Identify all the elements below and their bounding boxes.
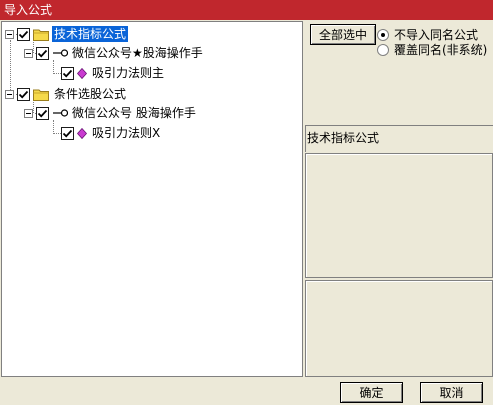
radio-button[interactable] bbox=[377, 43, 389, 56]
tree-group-screener[interactable]: 条件选股公式 bbox=[5, 85, 128, 103]
collapse-toggle[interactable] bbox=[24, 108, 33, 118]
radio-overwrite[interactable]: 覆盖同名(非系统) bbox=[377, 41, 487, 58]
radio-label[interactable]: 覆盖同名(非系统) bbox=[394, 41, 487, 58]
radio-button[interactable] bbox=[377, 28, 389, 41]
collapse-toggle[interactable] bbox=[24, 48, 33, 58]
checkmark-icon bbox=[62, 69, 73, 77]
formula-detail-panel bbox=[305, 280, 493, 377]
key-icon bbox=[53, 49, 68, 57]
collapse-toggle[interactable] bbox=[5, 29, 14, 39]
checkmark-icon bbox=[62, 129, 73, 137]
key-icon bbox=[53, 109, 68, 117]
tree-item-author[interactable]: 微信公众号★股海操作手 bbox=[24, 44, 205, 62]
checkmark-icon bbox=[18, 30, 29, 38]
collapse-toggle[interactable] bbox=[5, 89, 14, 99]
tree-item-label[interactable]: 微信公众号★股海操作手 bbox=[70, 45, 205, 61]
checkmark-icon bbox=[37, 49, 48, 57]
radio-dot bbox=[381, 32, 385, 37]
tree-group-label[interactable]: 技术指标公式 bbox=[52, 26, 129, 42]
dialog-footer: 确定 取消 bbox=[0, 378, 493, 405]
formula-checkbox[interactable] bbox=[61, 126, 74, 140]
tree-item-label[interactable]: 微信公众号 股海操作手 bbox=[70, 105, 198, 121]
checkmark-icon bbox=[18, 90, 29, 98]
folder-icon bbox=[33, 89, 49, 101]
tree-formula-label[interactable]: 吸引力法则X bbox=[90, 125, 162, 141]
ok-button[interactable]: 确定 bbox=[340, 382, 403, 403]
formula-type-text: 技术指标公式 bbox=[307, 131, 380, 145]
formula-type-label: 技术指标公式 bbox=[305, 125, 493, 152]
group-checkbox[interactable] bbox=[17, 87, 30, 101]
folder-icon bbox=[33, 29, 49, 41]
checkmark-icon bbox=[37, 109, 48, 117]
diamond-icon bbox=[77, 67, 87, 79]
tree-group-label[interactable]: 条件选股公式 bbox=[52, 86, 128, 102]
tree-line bbox=[53, 133, 61, 134]
diamond-icon bbox=[77, 127, 87, 139]
tree-formula-label[interactable]: 吸引力法则主 bbox=[90, 65, 166, 81]
options-pane: 全部选中 不导入同名公式 覆盖同名(非系统) 技术指标公式 bbox=[305, 21, 493, 377]
item-checkbox[interactable] bbox=[36, 106, 49, 120]
tree-group-indicators[interactable]: 技术指标公式 bbox=[5, 25, 129, 43]
tree-item-author[interactable]: 微信公众号 股海操作手 bbox=[24, 104, 198, 122]
tree-formula[interactable]: 吸引力法则X bbox=[61, 124, 162, 142]
formula-checkbox[interactable] bbox=[61, 66, 74, 80]
tree-line bbox=[53, 73, 61, 74]
formula-description-panel bbox=[305, 153, 493, 278]
tree-formula[interactable]: 吸引力法则主 bbox=[61, 64, 166, 82]
select-all-button[interactable]: 全部选中 bbox=[310, 24, 376, 45]
item-checkbox[interactable] bbox=[36, 46, 49, 60]
cancel-button[interactable]: 取消 bbox=[420, 382, 483, 403]
group-checkbox[interactable] bbox=[17, 27, 30, 41]
formula-tree[interactable]: 技术指标公式 微信公众号★股海操作手 吸引力法则主 条件选股公式 微信公众号 股… bbox=[1, 21, 303, 377]
window-title: 导入公式 bbox=[0, 0, 493, 20]
